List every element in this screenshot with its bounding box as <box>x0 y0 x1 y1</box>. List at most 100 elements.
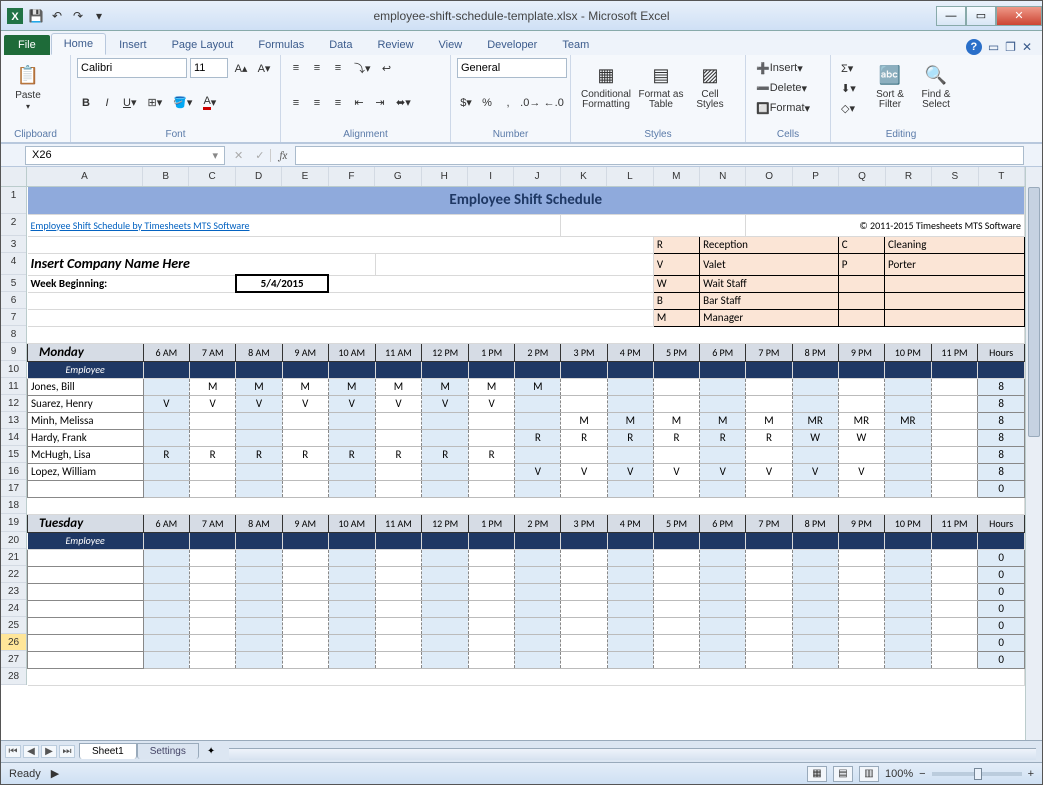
close-button[interactable]: ✕ <box>996 6 1042 26</box>
row-headers[interactable]: 1234567891011121314151617181920212223242… <box>1 187 27 685</box>
group-clipboard: Clipboard <box>7 127 64 142</box>
merge-button[interactable]: ⬌▾ <box>392 93 415 113</box>
find-select-button[interactable]: 🔍Find & Select <box>913 58 959 118</box>
sheet-tab-settings[interactable]: Settings <box>137 743 199 759</box>
bold-button[interactable]: B <box>77 93 95 113</box>
align-center-icon[interactable]: ≡ <box>308 93 326 113</box>
group-number: Number <box>457 127 564 142</box>
decrease-decimal-icon[interactable]: ←.0 <box>544 93 565 113</box>
tab-insert[interactable]: Insert <box>107 35 159 55</box>
help-icon[interactable]: ? <box>966 39 982 55</box>
delete-cells-button[interactable]: ➖ Delete ▾ <box>752 78 811 98</box>
font-name-select[interactable] <box>77 58 187 78</box>
sheet-nav-prev-icon[interactable]: ◀ <box>23 745 39 758</box>
align-top-icon[interactable]: ≡ <box>287 58 305 78</box>
comma-icon[interactable]: , <box>499 93 517 113</box>
tab-pagelayout[interactable]: Page Layout <box>160 35 246 55</box>
zoom-slider[interactable] <box>932 772 1022 776</box>
align-middle-icon[interactable]: ≡ <box>308 58 326 78</box>
group-font: Font <box>77 127 274 142</box>
zoom-level[interactable]: 100% <box>885 768 913 780</box>
undo-icon[interactable]: ↶ <box>48 7 66 25</box>
format-cells-button[interactable]: 🔲 Format ▾ <box>752 98 814 118</box>
sheet-nav-next-icon[interactable]: ▶ <box>41 745 57 758</box>
grow-font-icon[interactable]: A▴ <box>231 58 251 78</box>
underline-button[interactable]: U▾ <box>119 93 140 113</box>
font-size-select[interactable] <box>190 58 228 78</box>
currency-icon[interactable]: $▾ <box>457 93 475 113</box>
enter-formula-icon[interactable]: ✓ <box>249 149 270 162</box>
select-all-corner[interactable] <box>1 167 27 187</box>
worksheet[interactable]: Employee Shift ScheduleEmployee Shift Sc… <box>27 187 1025 686</box>
align-right-icon[interactable]: ≡ <box>329 93 347 113</box>
orientation-icon[interactable]: ⤵▾ <box>350 58 375 78</box>
restore-window-icon[interactable]: ❐ <box>1005 40 1016 54</box>
find-icon: 🔍 <box>922 61 950 89</box>
tab-review[interactable]: Review <box>365 35 425 55</box>
indent-increase-icon[interactable]: ⇥ <box>371 93 389 113</box>
svg-text:X: X <box>11 11 19 23</box>
tab-formulas[interactable]: Formulas <box>246 35 316 55</box>
tab-view[interactable]: View <box>427 35 475 55</box>
format-as-table-button[interactable]: ▤Format as Table <box>635 58 687 113</box>
close-doc-icon[interactable]: ✕ <box>1022 40 1032 54</box>
excel-icon: X <box>6 7 24 25</box>
status-ready: Ready <box>9 768 41 780</box>
paste-button[interactable]: 📋Paste▾ <box>7 58 49 114</box>
formula-bar[interactable] <box>295 146 1024 165</box>
minimize-ribbon-icon[interactable]: ▭ <box>988 40 999 54</box>
autosum-icon[interactable]: Σ▾ <box>837 58 857 78</box>
cell-styles-button[interactable]: ▨Cell Styles <box>687 58 733 113</box>
horizontal-scrollbar[interactable] <box>229 748 1036 760</box>
macro-record-icon[interactable]: ▶ <box>51 767 59 780</box>
number-format-select[interactable] <box>457 58 567 78</box>
normal-view-icon[interactable]: ▦ <box>807 766 827 782</box>
conditional-formatting-button[interactable]: ▦Conditional Formatting <box>577 58 635 113</box>
name-box[interactable]: X26 ▾ <box>25 146 225 165</box>
tab-developer[interactable]: Developer <box>475 35 549 55</box>
wrap-text-icon[interactable]: ↩ <box>378 58 396 78</box>
group-cells: Cells <box>752 127 824 142</box>
sort-filter-button[interactable]: 🔤Sort & Filter <box>867 58 913 118</box>
window-title: employee-shift-schedule-template.xlsx - … <box>373 9 669 23</box>
tab-data[interactable]: Data <box>317 35 364 55</box>
zoom-in-icon[interactable]: + <box>1028 768 1034 780</box>
vertical-scrollbar[interactable] <box>1025 167 1042 740</box>
maximize-button[interactable]: ▭ <box>966 6 996 26</box>
align-bottom-icon[interactable]: ≡ <box>329 58 347 78</box>
cancel-formula-icon[interactable]: ✕ <box>228 149 249 162</box>
save-icon[interactable]: 💾 <box>27 7 45 25</box>
fill-icon[interactable]: ⬇▾ <box>837 78 860 98</box>
indent-decrease-icon[interactable]: ⇤ <box>350 93 368 113</box>
insert-cells-button[interactable]: ➕ Insert ▾ <box>752 58 807 78</box>
sheet-nav-first-icon[interactable]: ⏮ <box>5 745 21 758</box>
font-color-button[interactable]: A▾ <box>199 93 220 113</box>
shrink-font-icon[interactable]: A▾ <box>254 58 274 78</box>
zoom-out-icon[interactable]: − <box>919 768 925 780</box>
redo-icon[interactable]: ↷ <box>69 7 87 25</box>
fill-color-button[interactable]: 🪣▾ <box>169 93 196 113</box>
qat-dropdown-icon[interactable]: ▾ <box>90 7 108 25</box>
tab-file[interactable]: File <box>4 35 50 55</box>
border-button[interactable]: ⊞▾ <box>143 93 166 113</box>
sheet-nav-last-icon[interactable]: ⏭ <box>59 745 75 758</box>
align-left-icon[interactable]: ≡ <box>287 93 305 113</box>
page-layout-view-icon[interactable]: ▤ <box>833 766 853 782</box>
page-break-view-icon[interactable]: ▥ <box>859 766 879 782</box>
styles-icon: ▨ <box>696 61 724 89</box>
increase-decimal-icon[interactable]: .0→ <box>520 93 541 113</box>
italic-button[interactable]: I <box>98 93 116 113</box>
fx-icon[interactable]: fx <box>270 149 295 162</box>
minimize-button[interactable]: — <box>936 6 966 26</box>
clear-icon[interactable]: ◇▾ <box>837 98 859 118</box>
column-headers[interactable]: ABCDEFGHIJKLMNOPQRST <box>27 167 1025 187</box>
group-editing: Editing <box>837 127 965 142</box>
new-sheet-icon[interactable]: ✦ <box>199 746 223 757</box>
group-alignment: Alignment <box>287 127 444 142</box>
tab-home[interactable]: Home <box>51 33 106 55</box>
paste-icon: 📋 <box>14 61 42 89</box>
percent-icon[interactable]: % <box>478 93 496 113</box>
sheet-tab-sheet1[interactable]: Sheet1 <box>79 743 137 759</box>
tab-team[interactable]: Team <box>550 35 601 55</box>
group-styles: Styles <box>577 127 739 142</box>
